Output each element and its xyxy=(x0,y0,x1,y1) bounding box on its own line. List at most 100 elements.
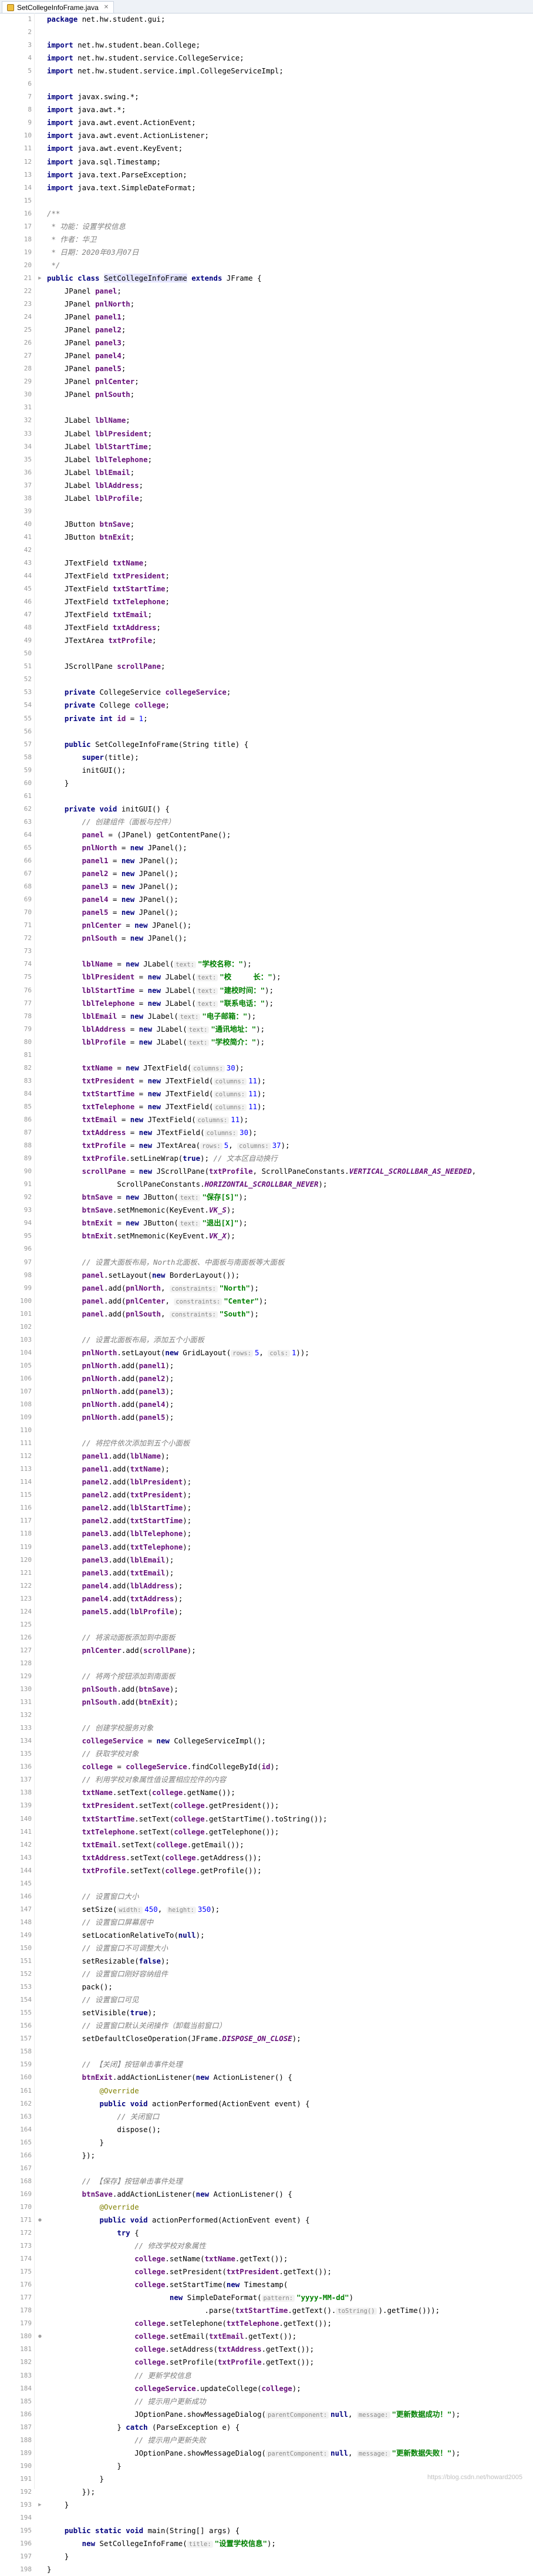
code-line[interactable]: 159 // 【关闭】按钮单击事件处理 xyxy=(0,2058,533,2071)
line-number[interactable]: 50 xyxy=(0,647,34,660)
line-number[interactable]: 22 xyxy=(0,285,34,298)
code-line[interactable]: 162 public void actionPerformed(ActionEv… xyxy=(0,2097,533,2110)
line-number[interactable]: 98 xyxy=(0,1269,34,1282)
line-number[interactable]: 180 xyxy=(0,2330,34,2343)
code-line[interactable]: 147 setSize(width:450, height:350); xyxy=(0,1903,533,1916)
line-number[interactable]: 164 xyxy=(0,2123,34,2136)
code-line[interactable]: 182 college.setProfile(txtProfile.getTex… xyxy=(0,2356,533,2369)
code-line[interactable]: 114 panel2.add(lblPresident); xyxy=(0,1476,533,1489)
code-line[interactable]: 103 // 设置北面板布局，添加五个小面板 xyxy=(0,1334,533,1346)
code-line[interactable]: 111 // 将控件依次添加到五个小面板 xyxy=(0,1437,533,1450)
code-line[interactable]: 171● public void actionPerformed(ActionE… xyxy=(0,2214,533,2227)
line-number[interactable]: 155 xyxy=(0,2006,34,2019)
code-line[interactable]: 77 lblTelephone = new JLabel(text:"联系电话：… xyxy=(0,997,533,1010)
code-line[interactable]: 22 JPanel panel; xyxy=(0,285,533,298)
code-line[interactable]: 156 // 设置窗口默认关闭操作（卸载当前窗口） xyxy=(0,2019,533,2032)
line-number[interactable]: 63 xyxy=(0,816,34,829)
code-line[interactable]: 71 pnlCenter = new JPanel(); xyxy=(0,919,533,932)
code-line[interactable]: 163 // 关闭窗口 xyxy=(0,2110,533,2123)
code-line[interactable]: 115 panel2.add(txtPresident); xyxy=(0,1489,533,1501)
line-number[interactable]: 117 xyxy=(0,1514,34,1527)
line-number[interactable]: 15 xyxy=(0,194,34,207)
code-line[interactable]: 62 private void initGUI() { xyxy=(0,803,533,816)
code-line[interactable]: 43 JTextField txtName; xyxy=(0,557,533,570)
code-line[interactable]: 63 // 创建组件（面板与控件） xyxy=(0,816,533,829)
code-line[interactable]: 5import net.hw.student.service.impl.Coll… xyxy=(0,65,533,78)
line-number[interactable]: 185 xyxy=(0,2395,34,2408)
code-line[interactable]: 44 JTextField txtPresident; xyxy=(0,570,533,582)
code-line[interactable]: 188 // 提示用户更新失败 xyxy=(0,2434,533,2447)
line-number[interactable]: 4 xyxy=(0,52,34,65)
code-line[interactable]: 3import net.hw.student.bean.College; xyxy=(0,39,533,52)
line-number[interactable]: 135 xyxy=(0,1747,34,1760)
code-line[interactable]: 145 xyxy=(0,1877,533,1890)
line-number[interactable]: 52 xyxy=(0,673,34,686)
line-number[interactable]: 144 xyxy=(0,1864,34,1877)
code-line[interactable]: 30 JPanel pnlSouth; xyxy=(0,388,533,401)
line-number[interactable]: 171 xyxy=(0,2214,34,2227)
line-number[interactable]: 62 xyxy=(0,803,34,816)
line-number[interactable]: 66 xyxy=(0,854,34,867)
code-line[interactable]: 34 JLabel lblStartTime; xyxy=(0,440,533,453)
line-number[interactable]: 115 xyxy=(0,1489,34,1501)
code-line[interactable]: 38 JLabel lblProfile; xyxy=(0,492,533,505)
line-number[interactable]: 58 xyxy=(0,751,34,764)
line-number[interactable]: 120 xyxy=(0,1554,34,1567)
line-number[interactable]: 128 xyxy=(0,1657,34,1670)
line-number[interactable]: 95 xyxy=(0,1230,34,1242)
code-line[interactable]: 135 // 获取学校对象 xyxy=(0,1747,533,1760)
line-number[interactable]: 96 xyxy=(0,1242,34,1255)
line-number[interactable]: 188 xyxy=(0,2434,34,2447)
code-line[interactable]: 11import java.awt.event.KeyEvent; xyxy=(0,142,533,155)
code-line[interactable]: 151 setResizable(false); xyxy=(0,1955,533,1968)
line-number[interactable]: 123 xyxy=(0,1592,34,1605)
line-number[interactable]: 186 xyxy=(0,2408,34,2421)
code-line[interactable]: 186 JOptionPane.showMessageDialog(parent… xyxy=(0,2408,533,2421)
line-number[interactable]: 10 xyxy=(0,129,34,142)
line-number[interactable]: 78 xyxy=(0,1010,34,1023)
code-line[interactable]: 58 super(title); xyxy=(0,751,533,764)
code-line[interactable]: 161 @Override xyxy=(0,2085,533,2097)
code-line[interactable]: 173 // 修改学校对象属性 xyxy=(0,2240,533,2252)
code-line[interactable]: 64 panel = (JPanel) getContentPane(); xyxy=(0,829,533,841)
code-line[interactable]: 96 xyxy=(0,1242,533,1255)
line-number[interactable]: 146 xyxy=(0,1890,34,1903)
line-number[interactable]: 45 xyxy=(0,582,34,595)
code-line[interactable]: 166 }); xyxy=(0,2149,533,2162)
code-line[interactable]: 31 xyxy=(0,401,533,414)
code-line[interactable]: 128 xyxy=(0,1657,533,1670)
code-line[interactable]: 113 panel1.add(txtName); xyxy=(0,1463,533,1476)
code-line[interactable]: 124 panel5.add(lblProfile); xyxy=(0,1605,533,1618)
code-line[interactable]: 98 panel.setLayout(new BorderLayout()); xyxy=(0,1269,533,1282)
code-line[interactable]: 196 new SetCollegeInfoFrame(title:"设置学校信… xyxy=(0,2537,533,2550)
line-number[interactable]: 5 xyxy=(0,65,34,78)
line-number[interactable]: 16 xyxy=(0,207,34,220)
code-line[interactable]: 101 panel.add(pnlSouth, constraints:"Sou… xyxy=(0,1308,533,1321)
line-number[interactable]: 132 xyxy=(0,1709,34,1722)
line-number[interactable]: 90 xyxy=(0,1165,34,1178)
code-line[interactable]: 14import java.text.SimpleDateFormat; xyxy=(0,181,533,194)
line-number[interactable]: 126 xyxy=(0,1631,34,1644)
code-line[interactable]: 142 txtEmail.setText(college.getEmail())… xyxy=(0,1838,533,1851)
line-number[interactable]: 19 xyxy=(0,246,34,259)
line-number[interactable]: 55 xyxy=(0,712,34,725)
code-line[interactable]: 52 xyxy=(0,673,533,686)
line-number[interactable]: 11 xyxy=(0,142,34,155)
code-line[interactable]: 61 xyxy=(0,790,533,803)
code-line[interactable]: 121 panel3.add(txtEmail); xyxy=(0,1567,533,1580)
code-line[interactable]: 198} xyxy=(0,2563,533,2576)
code-line[interactable]: 109 pnlNorth.add(panel5); xyxy=(0,1411,533,1424)
line-number[interactable]: 147 xyxy=(0,1903,34,1916)
line-number[interactable]: 35 xyxy=(0,453,34,466)
code-line[interactable]: 105 pnlNorth.add(panel1); xyxy=(0,1359,533,1372)
line-number[interactable]: 33 xyxy=(0,427,34,440)
line-number[interactable]: 174 xyxy=(0,2252,34,2265)
line-number[interactable]: 129 xyxy=(0,1670,34,1683)
line-number[interactable]: 28 xyxy=(0,362,34,375)
code-line[interactable]: 194 xyxy=(0,2511,533,2524)
code-line[interactable]: 110 xyxy=(0,1424,533,1437)
run-gutter-icon[interactable]: ▶ xyxy=(36,272,43,285)
code-line[interactable]: 174 college.setName(txtName.getText()); xyxy=(0,2252,533,2265)
line-number[interactable]: 153 xyxy=(0,1981,34,1994)
code-line[interactable]: 139 txtPresident.setText(college.getPres… xyxy=(0,1799,533,1812)
